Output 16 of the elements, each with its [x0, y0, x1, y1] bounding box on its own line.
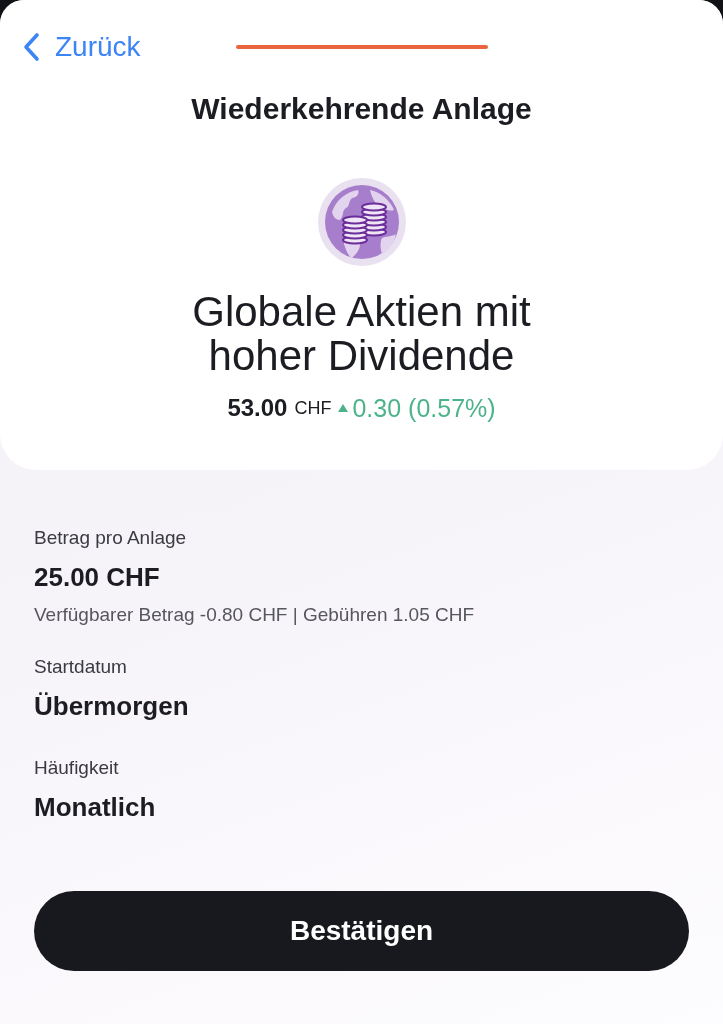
currency-label: CHF	[294, 397, 332, 420]
field-value: 25.00 CHF	[34, 563, 160, 591]
confirm-button[interactable]: Bestätigen	[34, 891, 689, 971]
back-link[interactable]: Zurück	[22, 30, 141, 64]
price-value: 53.00	[227, 394, 288, 422]
price-change: 0.30 (0.57%)	[352, 394, 496, 422]
chevron-left-icon	[22, 32, 40, 62]
globe-coins-icon	[317, 178, 406, 266]
product-name: Globale Aktien mit hoher Dividende	[191, 290, 532, 378]
field-note: Verfügbarer Betrag -0.80 CHF | Gebühren 1.05 CHF	[34, 604, 475, 626]
field-value: Übermorgen	[34, 692, 189, 720]
field-value: Monatlich	[34, 793, 156, 821]
field-label: Startdatum	[34, 656, 127, 678]
page-title: Wiederkehrende Anlage	[191, 92, 532, 126]
field-label: Betrag pro Anlage	[34, 527, 187, 549]
field-label: Häufigkeit	[34, 757, 119, 779]
